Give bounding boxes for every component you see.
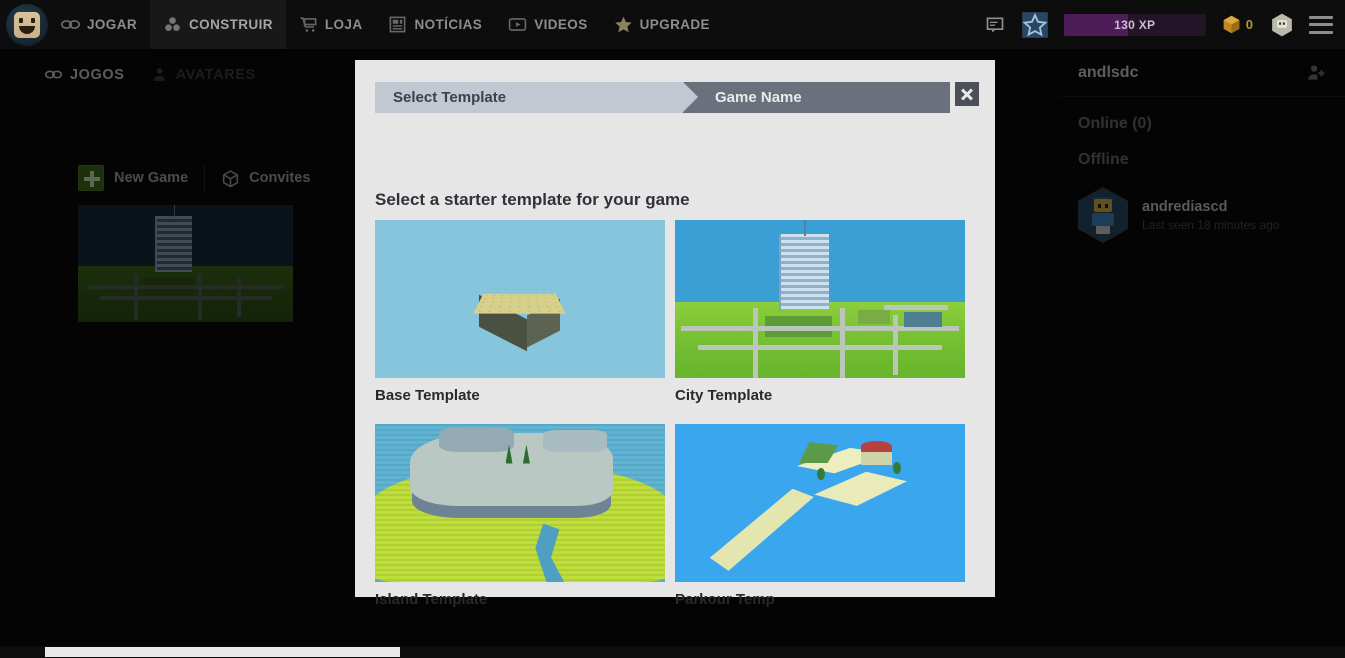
nav-item-videos[interactable]: VIDEOS xyxy=(495,0,600,49)
nav-label-loja: LOJA xyxy=(324,17,363,32)
profile-avatar-icon xyxy=(1272,13,1292,36)
nav-label-upgrade: UPGRADE xyxy=(639,17,710,32)
currency-display[interactable]: 0 xyxy=(1213,0,1261,49)
template-label-island: Island Template xyxy=(375,591,488,608)
template-label-base: Base Template xyxy=(375,387,480,404)
horizontal-scrollbar[interactable] xyxy=(0,646,1345,658)
nav-label-videos: VIDEOS xyxy=(534,17,588,32)
template-thumbnail-base xyxy=(375,220,665,378)
star-icon xyxy=(614,16,632,33)
nav-item-loja[interactable]: LOJA xyxy=(286,0,376,49)
app-root: JOGAR CONSTRUIR LOJA NOTÍCIAS VIDEOS UPG… xyxy=(0,0,1345,658)
step-label-select-template: Select Template xyxy=(393,89,507,106)
nav-item-construir[interactable]: CONSTRUIR xyxy=(150,0,286,49)
news-icon xyxy=(390,16,406,33)
modal-step-breadcrumb: Select Template Game Name xyxy=(375,82,950,113)
profile-button[interactable] xyxy=(1261,0,1303,49)
hamburger-menu-icon[interactable] xyxy=(1309,15,1333,34)
step-label-game-name: Game Name xyxy=(715,89,802,106)
modal-title: Select a starter template for your game xyxy=(375,190,690,209)
currency-amount: 0 xyxy=(1245,17,1253,32)
star-badge-icon xyxy=(1021,11,1048,38)
xp-progress-bar[interactable]: 130 XP xyxy=(1063,13,1206,36)
template-label-parkour: Parkour Temp xyxy=(675,591,775,608)
template-card-parkour[interactable]: Parkour Temp xyxy=(675,424,965,608)
template-card-base[interactable]: Base Template xyxy=(375,220,665,404)
gamepad-icon xyxy=(61,20,80,29)
blocks-icon xyxy=(165,17,180,31)
badge-button[interactable] xyxy=(1013,0,1057,49)
message-icon xyxy=(986,17,1004,32)
template-card-island[interactable]: Island Template xyxy=(375,424,665,608)
scrollbar-thumb[interactable] xyxy=(45,647,400,657)
nav-item-jogar[interactable]: JOGAR xyxy=(48,0,150,49)
template-card-city[interactable]: City Template xyxy=(675,220,965,404)
template-thumbnail-city xyxy=(675,220,965,378)
nav-label-noticias: NOTÍCIAS xyxy=(414,17,483,32)
step-game-name[interactable]: Game Name xyxy=(683,82,950,113)
nav-label-jogar: JOGAR xyxy=(87,17,138,32)
messages-button[interactable] xyxy=(977,0,1013,49)
template-thumbnail-island xyxy=(375,424,665,582)
avatar-face-logo-icon[interactable] xyxy=(6,3,48,46)
nav-item-noticias[interactable]: NOTÍCIAS xyxy=(375,0,495,49)
template-picker-modal: Select Template Game Name Select a start… xyxy=(355,60,995,608)
template-thumbnail-parkour xyxy=(675,424,965,582)
step-select-template[interactable]: Select Template xyxy=(375,82,698,113)
nav-label-construir: CONSTRUIR xyxy=(189,17,273,32)
close-icon[interactable] xyxy=(955,82,979,106)
cart-icon xyxy=(300,17,317,32)
nav-item-upgrade[interactable]: UPGRADE xyxy=(601,0,723,49)
xp-label: 130 XP xyxy=(1114,17,1156,32)
face-glyph xyxy=(14,11,40,38)
gold-block-icon xyxy=(1223,15,1240,34)
video-icon xyxy=(508,18,527,31)
template-label-city: City Template xyxy=(675,387,773,404)
top-navigation-bar: JOGAR CONSTRUIR LOJA NOTÍCIAS VIDEOS UPG… xyxy=(0,0,1345,49)
